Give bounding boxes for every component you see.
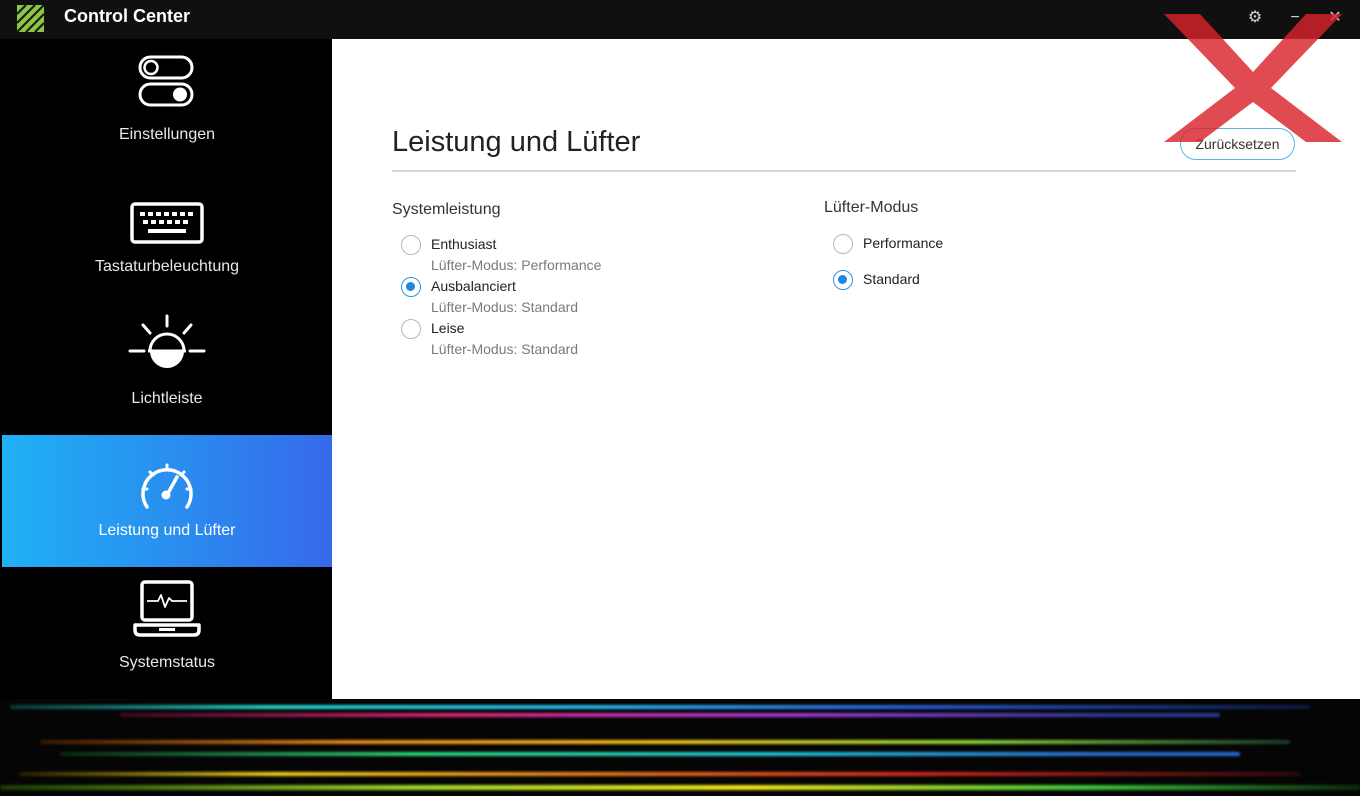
radio-label: Standard (863, 271, 920, 287)
rgb-light-strip (0, 699, 1360, 796)
toggle-switches-icon (138, 55, 194, 107)
sidebar-item-lichtleiste[interactable]: Lichtleiste (2, 303, 332, 435)
radio-sublabel: Lüfter-Modus: Standard (431, 341, 579, 357)
radio-sublabel: Lüfter-Modus: Standard (431, 299, 579, 315)
laptop-monitor-icon (133, 580, 201, 637)
app-title: Control Center (64, 6, 190, 26)
radio-sublabel: Lüfter-Modus: Performance (431, 257, 602, 273)
radio-label: Performance (863, 235, 944, 251)
systemleistung-title: Systemleistung (392, 201, 501, 218)
title-bar: Control Center ⚙ − ✕ (0, 0, 1360, 39)
keyboard-icon (130, 202, 204, 244)
sidebar: Einstellungen Tastaturbeleuchtung Lichtl… (0, 39, 332, 699)
radio-label: Enthusiast (431, 236, 497, 252)
radio-button[interactable] (401, 319, 421, 339)
sidebar-item-einstellungen[interactable]: Einstellungen (2, 39, 332, 171)
radio-label: Leise (431, 320, 465, 336)
radio-option-performance[interactable]: Performance (833, 234, 1033, 256)
title-divider (392, 170, 1296, 172)
sidebar-item-label: Einstellungen (118, 126, 216, 143)
sidebar-item-label: Leistung und Lüfter (98, 522, 236, 539)
radio-label: Ausbalanciert (431, 278, 516, 294)
luefter-modus-title: Lüfter-Modus (824, 199, 919, 216)
close-button[interactable]: ✕ (1324, 8, 1346, 28)
speedometer-icon (141, 463, 193, 509)
page-title: Leistung und Lüfter (392, 126, 641, 158)
radio-option-enthusiast[interactable]: Enthusiast Lüfter-Modus: Performance (401, 235, 661, 275)
sidebar-item-label: Lichtleiste (131, 390, 203, 407)
sidebar-item-label: Systemstatus (118, 654, 216, 671)
app-logo-icon (17, 5, 44, 32)
radio-button[interactable] (401, 235, 421, 255)
radio-option-leise[interactable]: Leise Lüfter-Modus: Standard (401, 319, 661, 359)
radio-option-standard[interactable]: Standard (833, 270, 1033, 292)
sidebar-item-label: Tastaturbeleuchtung (94, 258, 240, 275)
reset-button[interactable]: Zurücksetzen (1180, 128, 1295, 160)
main-panel: Leistung und Lüfter Zurücksetzen Systeml… (332, 39, 1360, 699)
light-bar-icon (128, 314, 206, 368)
sidebar-item-systemstatus[interactable]: Systemstatus (2, 567, 332, 699)
radio-button[interactable] (833, 270, 853, 290)
settings-gear-icon[interactable]: ⚙ (1244, 8, 1266, 28)
sidebar-item-tastaturbeleuchtung[interactable]: Tastaturbeleuchtung (2, 171, 332, 303)
sidebar-item-leistung-und-luefter[interactable]: Leistung und Lüfter (2, 435, 332, 567)
minimize-button[interactable]: − (1284, 8, 1306, 28)
radio-button[interactable] (401, 277, 421, 297)
radio-button[interactable] (833, 234, 853, 254)
radio-option-ausbalanciert[interactable]: Ausbalanciert Lüfter-Modus: Standard (401, 277, 661, 317)
